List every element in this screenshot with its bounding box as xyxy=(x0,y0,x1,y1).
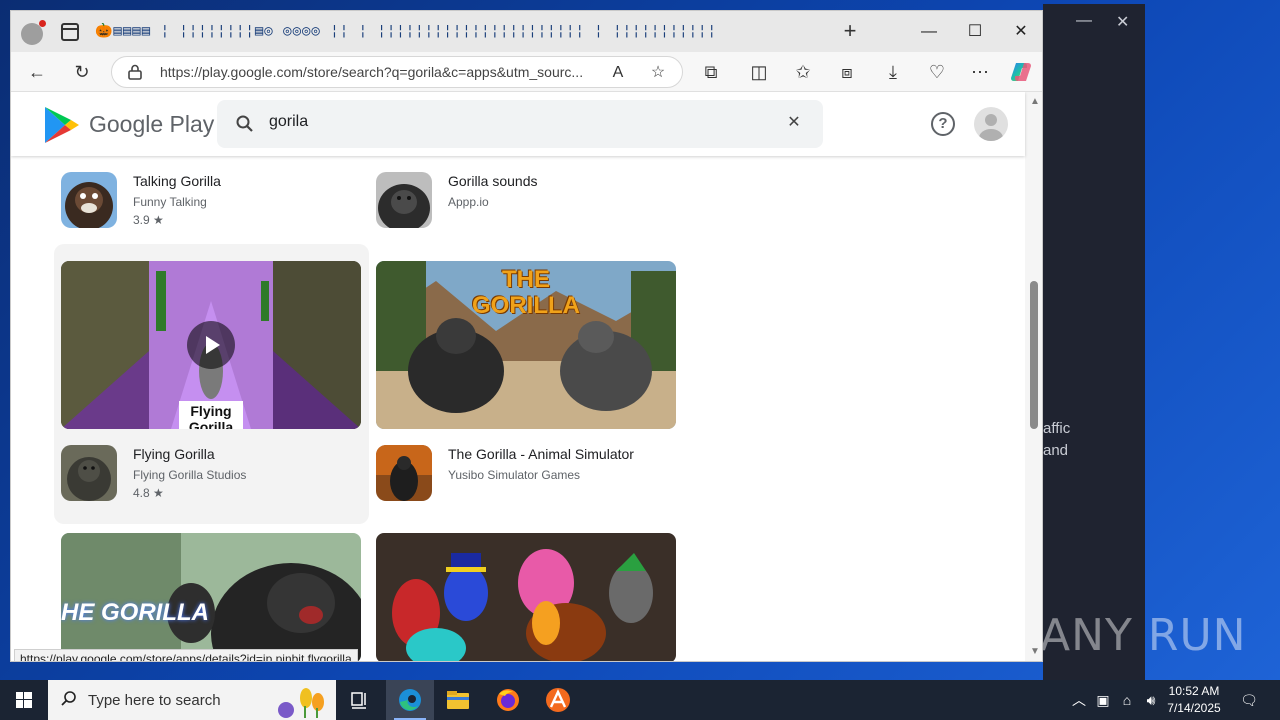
app-developer: Flying Gorilla Studios xyxy=(133,468,247,482)
close-icon[interactable]: ✕ xyxy=(1116,12,1129,32)
app-icon[interactable] xyxy=(61,172,117,228)
start-button[interactable] xyxy=(0,680,48,720)
app-developer: Funny Talking xyxy=(133,195,207,209)
task-view-icon[interactable] xyxy=(336,680,384,720)
google-play-logo[interactable] xyxy=(43,105,81,145)
copilot-icon[interactable] xyxy=(1007,58,1035,86)
taskbar-search-box[interactable]: Type here to search xyxy=(48,680,336,720)
app-listing-the-gorilla-animal-simulator[interactable]: The Gorilla - Animal Simulator Yusibo Si… xyxy=(376,445,676,505)
refresh-button[interactable]: ↻ xyxy=(68,58,96,86)
file-explorer-icon[interactable] xyxy=(434,680,482,720)
notification-icon[interactable]: 🗨︎ xyxy=(1236,680,1262,720)
scroll-thumb[interactable] xyxy=(1030,281,1038,429)
downloads-icon[interactable]: ⤓ xyxy=(879,58,907,86)
device-tray-icon[interactable]: ▣ xyxy=(1092,680,1114,720)
app-listing-flying-gorilla[interactable]: Flying Gorilla Flying Gorilla Studios 4.… xyxy=(61,445,361,505)
app-name[interactable]: Flying Gorilla xyxy=(133,446,215,462)
play-video-icon[interactable] xyxy=(187,321,235,369)
browser-essentials-icon[interactable]: ♡ xyxy=(923,58,951,86)
play-header: Google Play ✕ ? xyxy=(11,92,1025,156)
background-window-controls: — ✕ xyxy=(1066,10,1146,38)
gorilla-jungle-thumbnail[interactable]: HE GORILLA xyxy=(61,533,361,661)
app-rating: 3.9 ★ xyxy=(133,213,164,227)
gorilla-tag-thumbnail[interactable] xyxy=(376,533,676,661)
thumbnail-title: THE GORILLA xyxy=(472,266,580,319)
page-scrollbar[interactable]: ▲ ▼ xyxy=(1025,92,1042,661)
firefox-icon[interactable] xyxy=(484,680,532,720)
background-text-line: affic xyxy=(1043,420,1071,437)
edge-taskbar-icon[interactable] xyxy=(386,680,434,720)
address-bar[interactable]: https://play.google.com/store/search?q=g… xyxy=(111,56,683,88)
scroll-down-icon[interactable]: ▼ xyxy=(1030,646,1040,657)
collections-icon[interactable]: ⧈ xyxy=(833,58,861,86)
url-text[interactable]: https://play.google.com/store/search?q=g… xyxy=(160,64,600,80)
flying-gorilla-video-thumbnail[interactable]: Flying Gorilla xyxy=(61,261,361,429)
anyrun-watermark: ANY RUN xyxy=(1040,610,1247,661)
play-store-page: Google Play ✕ ? xyxy=(11,92,1042,661)
thumbnail-title: HE GORILLA xyxy=(61,599,209,626)
tab-bar: 🎃▤▤▤▤ ¦ ¦¦¦¦¦¦¦¦▤◎ ◎◎◎◎ ¦¦ ¦ ¦¦¦¦¦¦¦¦¦¦¦… xyxy=(11,11,1042,52)
app-listing-talking-gorilla[interactable]: Talking Gorilla Funny Talking 3.9 ★ xyxy=(61,172,361,232)
background-window-text: affic and xyxy=(1043,418,1070,462)
search-icon[interactable] xyxy=(235,114,255,134)
clear-search-icon[interactable]: ✕ xyxy=(783,112,805,134)
windows-taskbar: Type here to search ︿ ▣ ⌂ 🔊︎ 10:52 AM 7/… xyxy=(0,680,1280,720)
app-listing-gorilla-sounds[interactable]: Gorilla sounds Appp.io xyxy=(376,172,676,232)
app-developer: Appp.io xyxy=(448,195,489,209)
tab-actions-icon[interactable] xyxy=(61,23,79,41)
tab-strip[interactable]: 🎃▤▤▤▤ ¦ ¦¦¦¦¦¦¦¦▤◎ ◎◎◎◎ ¦¦ ¦ ¦¦¦¦¦¦¦¦¦¦¦… xyxy=(95,23,825,45)
clock-date: 7/14/2025 xyxy=(1167,701,1221,715)
app-name[interactable]: Gorilla sounds xyxy=(448,173,538,189)
system-clock[interactable]: 10:52 AM 7/14/2025 xyxy=(1156,683,1232,717)
network-icon[interactable]: ⌂ xyxy=(1116,680,1138,720)
app-rating: 4.8 ★ xyxy=(133,486,164,500)
new-tab-button[interactable]: + xyxy=(837,19,863,45)
anyrun-app-icon[interactable] xyxy=(534,680,582,720)
read-aloud-icon[interactable]: A xyxy=(606,61,630,85)
play-search-box[interactable]: ✕ xyxy=(217,100,823,148)
minimize-icon[interactable]: — xyxy=(1076,12,1092,30)
browser-toolbar: ← ↻ https://play.google.com/store/search… xyxy=(11,52,1042,92)
scroll-up-icon[interactable]: ▲ xyxy=(1030,96,1040,107)
close-button[interactable]: ✕ xyxy=(1006,19,1036,45)
lock-icon[interactable] xyxy=(128,64,142,80)
search-input[interactable] xyxy=(269,113,749,131)
search-highlight-flowers-icon xyxy=(278,688,324,718)
app-developer: Yusibo Simulator Games xyxy=(448,468,581,482)
app-icon[interactable] xyxy=(376,172,432,228)
background-window xyxy=(1043,4,1145,680)
thumbnail-caption: Flying Gorilla xyxy=(188,403,234,429)
favorite-star-icon[interactable]: ☆ xyxy=(646,61,670,85)
app-icon[interactable] xyxy=(376,445,432,501)
link-status-bar: https://play.google.com/store/apps/detai… xyxy=(14,649,358,661)
app-icon[interactable] xyxy=(61,445,117,501)
windows-logo-icon[interactable] xyxy=(0,680,48,720)
extensions-icon[interactable]: ⧉ xyxy=(697,58,725,86)
help-icon[interactable]: ? xyxy=(931,112,955,136)
minimize-button[interactable]: — xyxy=(914,19,944,45)
split-screen-icon[interactable]: ◫ xyxy=(745,58,773,86)
clock-time: 10:52 AM xyxy=(1168,684,1220,698)
background-text-line: and xyxy=(1043,442,1069,459)
account-avatar[interactable] xyxy=(974,107,1008,141)
favorites-icon[interactable]: ✩ xyxy=(789,58,817,86)
app-name[interactable]: The Gorilla - Animal Simulator xyxy=(448,446,634,462)
back-button[interactable]: ← xyxy=(23,58,51,86)
watermark-text: ANY RUN xyxy=(1040,610,1247,661)
maximize-button[interactable]: ☐ xyxy=(960,19,990,45)
taskbar-search-placeholder[interactable]: Type here to search xyxy=(88,692,221,709)
show-hidden-icons[interactable]: ︿ xyxy=(1068,680,1090,720)
settings-more-icon[interactable]: ⋯ xyxy=(966,58,994,86)
browser-window: 🎃▤▤▤▤ ¦ ¦¦¦¦¦¦¦¦▤◎ ◎◎◎◎ ¦¦ ¦ ¦¦¦¦¦¦¦¦¦¦¦… xyxy=(10,10,1043,662)
google-play-title[interactable]: Google Play xyxy=(89,111,214,138)
profile-icon[interactable] xyxy=(21,20,46,45)
the-gorilla-thumbnail[interactable]: THE GORILLA xyxy=(376,261,676,429)
app-name[interactable]: Talking Gorilla xyxy=(133,173,221,189)
search-icon xyxy=(61,691,76,706)
